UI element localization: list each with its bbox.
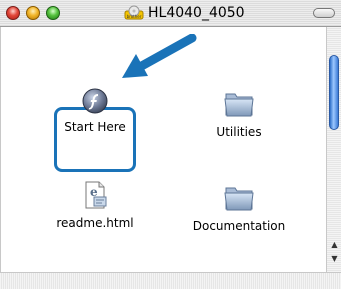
icon-item-utilities[interactable]: Utilities <box>201 88 277 139</box>
toolbar-toggle-button[interactable] <box>313 8 335 18</box>
cd-volume-icon: brother <box>124 5 144 20</box>
icon-label: readme.html <box>56 216 134 230</box>
folder-icon <box>224 93 254 117</box>
scroll-down-button[interactable]: ▼ <box>328 253 341 265</box>
pointer-arrow-icon <box>122 34 197 78</box>
icon-item-readme[interactable]: e readme.html <box>53 180 137 230</box>
vertical-scroll-thumb[interactable] <box>329 55 339 130</box>
html-document-icon: e <box>85 181 107 209</box>
vertical-scrollbar[interactable]: ▲ ▼ <box>326 27 341 272</box>
svg-text:brother: brother <box>127 14 142 19</box>
icon-label: Documentation <box>192 219 286 233</box>
flash-installer-icon <box>82 88 108 114</box>
window-title: HL4040_4050 <box>148 5 245 21</box>
icon-item-start-here[interactable]: Start Here <box>54 88 136 134</box>
zoom-button[interactable] <box>46 6 60 20</box>
close-button[interactable] <box>6 6 20 20</box>
icon-label: Utilities <box>216 125 262 139</box>
horizontal-scrollbar[interactable] <box>0 272 341 289</box>
scroll-up-button[interactable]: ▲ <box>328 239 341 251</box>
minimize-button[interactable] <box>26 6 40 20</box>
folder-icon <box>224 187 254 211</box>
finder-window: brother HL4040_4050 Start Here Utilities… <box>0 0 341 289</box>
icon-item-documentation[interactable]: Documentation <box>191 182 287 233</box>
title-bar[interactable]: brother HL4040_4050 <box>0 0 341 27</box>
window-title-group: brother HL4040_4050 <box>124 4 245 22</box>
icon-label: Start Here <box>64 120 126 134</box>
